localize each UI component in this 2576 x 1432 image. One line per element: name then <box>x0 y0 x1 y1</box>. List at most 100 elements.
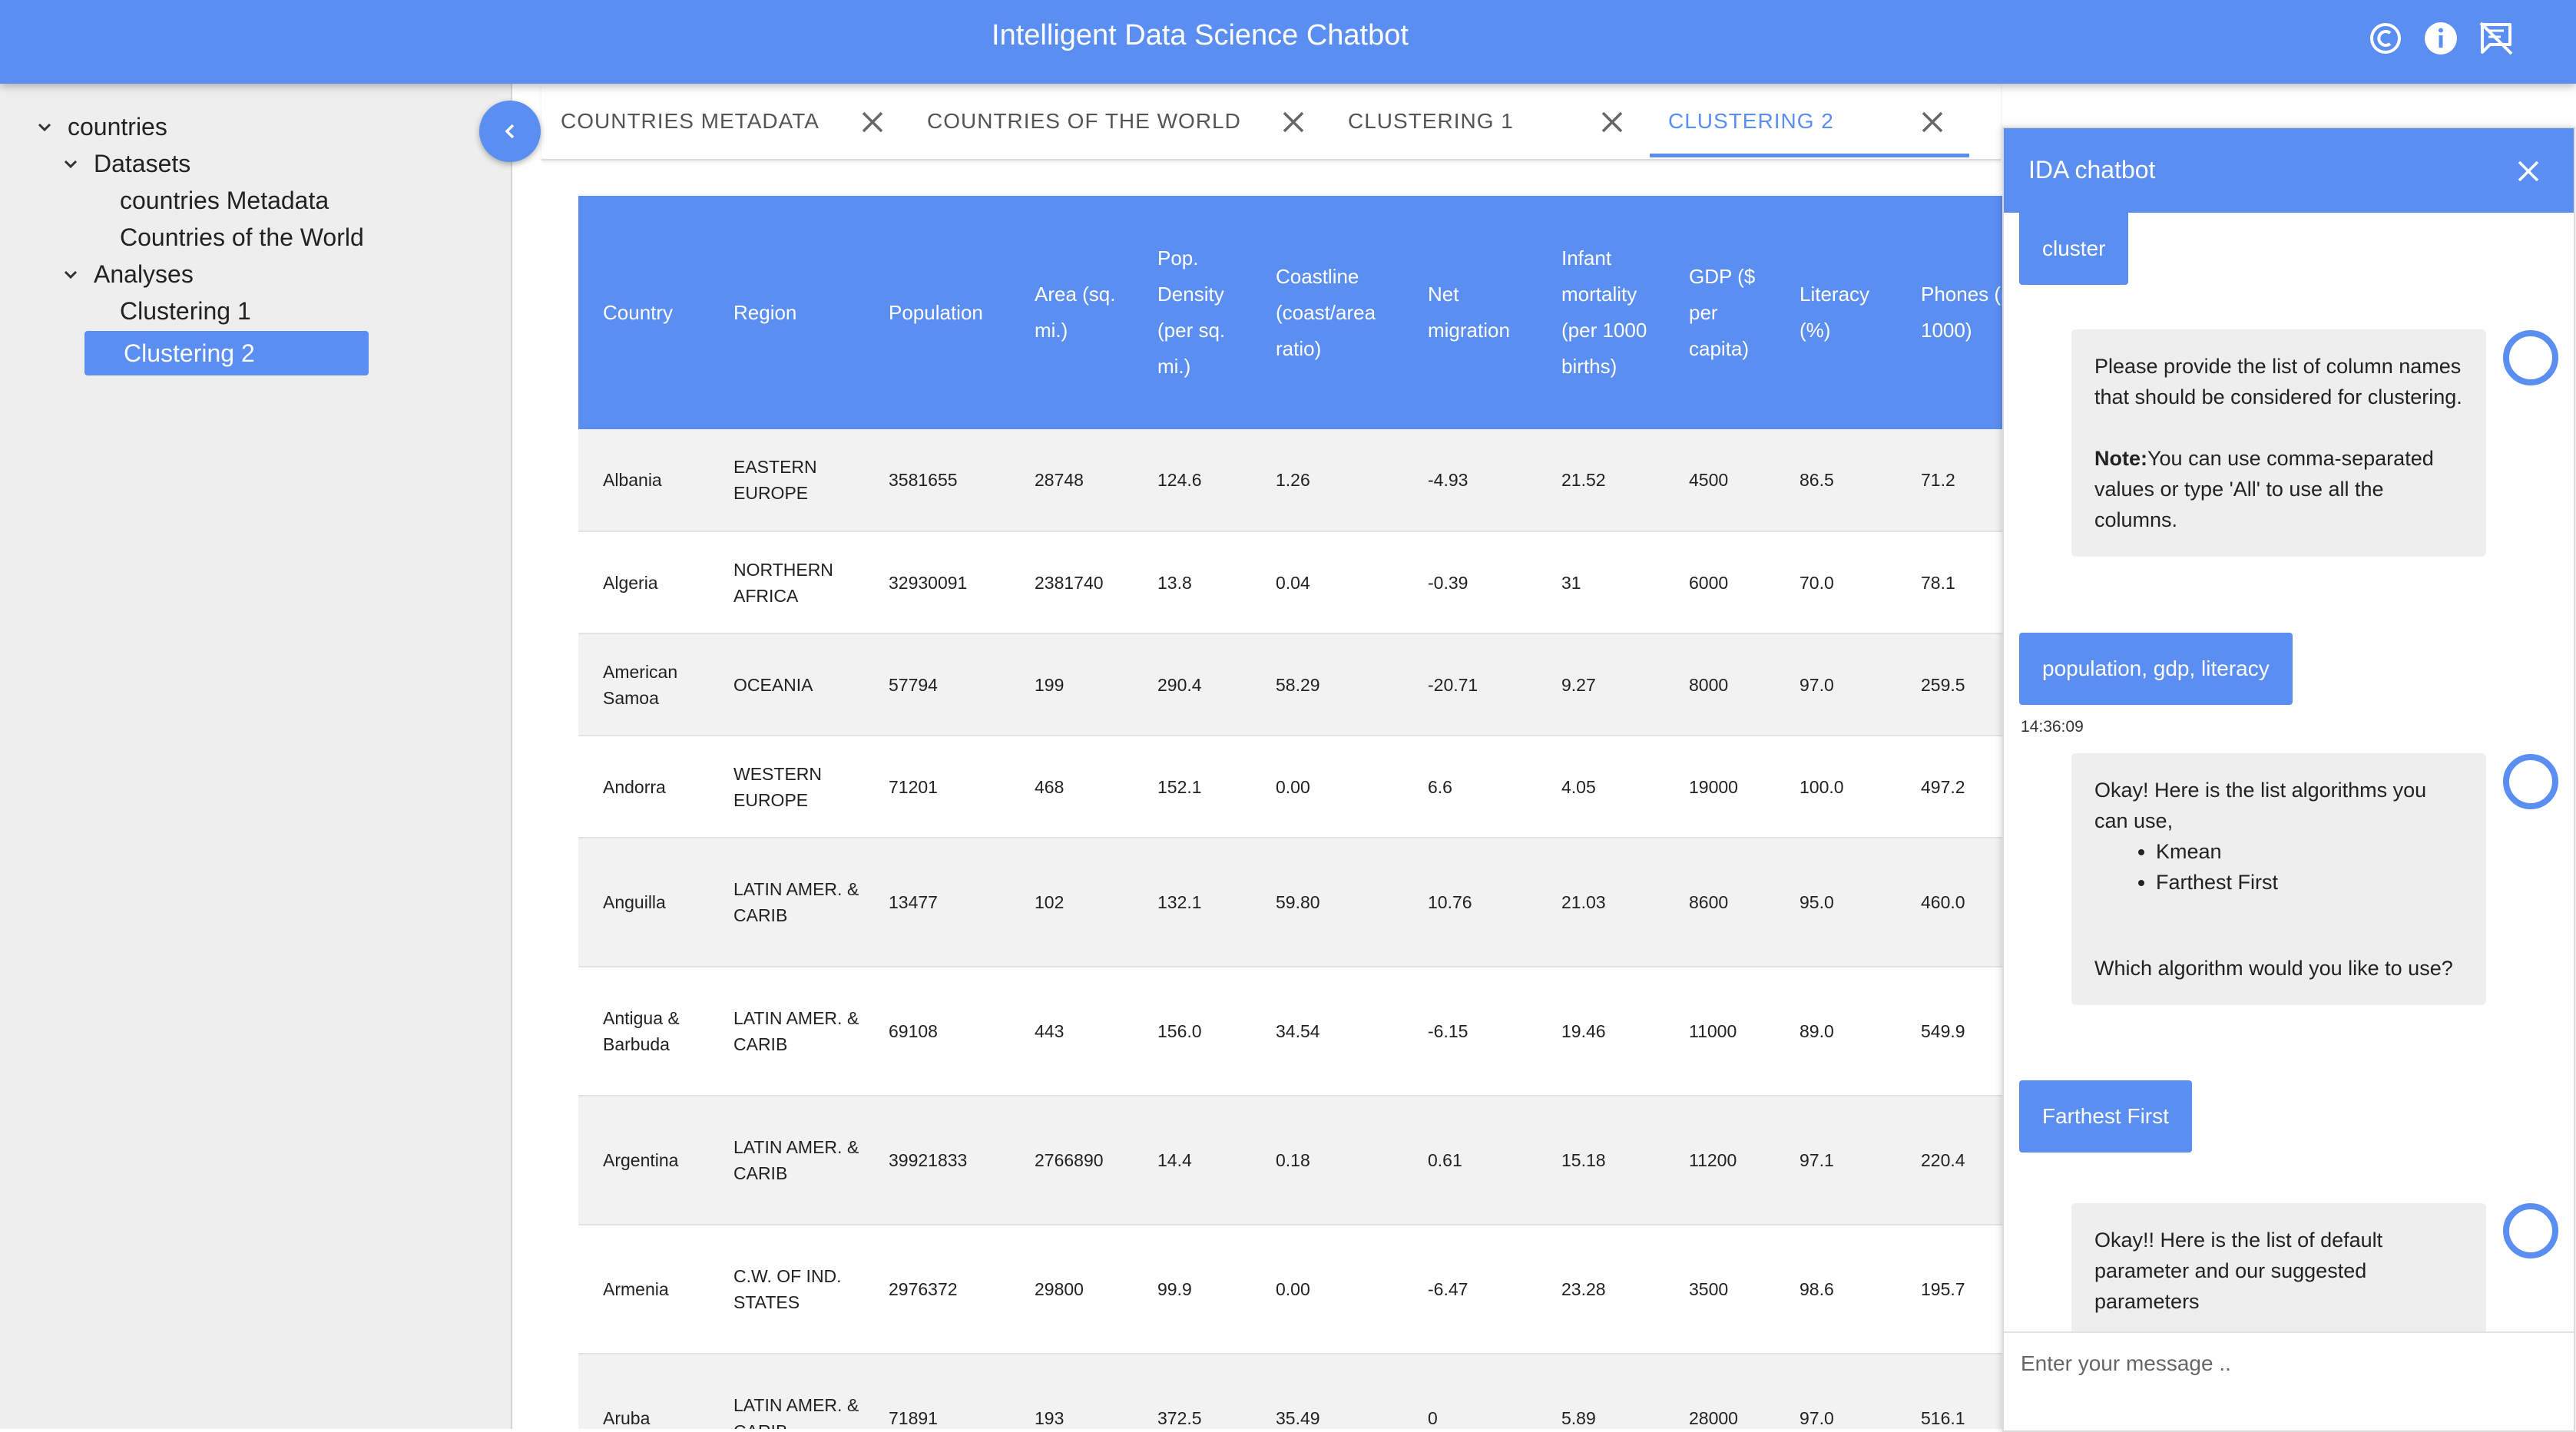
tab-clustering-1[interactable]: CLUSTERING 1 <box>1348 108 1514 134</box>
chat-toggle-icon[interactable] <box>2478 20 2515 57</box>
user-message: population, gdp, literacy <box>2019 633 2293 705</box>
table-cell: American Samoa <box>578 633 709 736</box>
bot-avatar-icon <box>2503 330 2558 385</box>
list-item: Farthest First <box>2156 867 2463 898</box>
table-cell: 28748 <box>1010 429 1133 532</box>
chat-message-input[interactable] <box>2019 1344 2552 1384</box>
data-table: Country Region Population Area (sq. mi.)… <box>578 196 2004 1429</box>
table-cell: NORTHERN AFRICA <box>709 531 864 634</box>
table-cell: LATIN AMER. & CARIB <box>709 1354 864 1429</box>
tree-item-countries-metadata[interactable]: countries Metadata <box>120 184 329 217</box>
table-cell: 97.0 <box>1775 633 1896 736</box>
table-cell: 11000 <box>1664 967 1775 1096</box>
table-cell: 290.4 <box>1133 633 1251 736</box>
close-icon[interactable] <box>2515 158 2541 184</box>
chevron-left-icon <box>505 124 515 139</box>
table-cell: -6.15 <box>1403 967 1537 1096</box>
column-header[interactable]: Infant mortality (per 1000 births) <box>1537 196 1664 429</box>
column-header[interactable]: Region <box>709 196 864 429</box>
tree-item-clustering-2[interactable]: Clustering 2 <box>124 336 255 370</box>
table-row[interactable]: Andorra WESTERN EUROPE 71201 468 152.1 0.00 6.… <box>578 736 2004 838</box>
close-icon[interactable] <box>859 109 886 135</box>
table-cell: 4.05 <box>1537 736 1664 838</box>
column-header[interactable]: Coastline (coast/area ratio) <box>1251 196 1403 429</box>
table-row[interactable]: Albania EASTERN EUROPE 3581655 28748 124.6 1.… <box>578 429 2004 532</box>
collapse-sidebar-button[interactable] <box>479 101 541 162</box>
chevron-down-icon[interactable] <box>61 265 80 283</box>
table-cell: 98.6 <box>1775 1225 1896 1354</box>
close-icon[interactable] <box>1280 109 1306 135</box>
table-row[interactable]: Algeria NORTHERN AFRICA 32930091 2381740 13.… <box>578 531 2004 634</box>
table-cell: -6.47 <box>1403 1225 1537 1354</box>
table-cell: LATIN AMER. & CARIB <box>709 967 864 1096</box>
table-cell: 15.18 <box>1537 1096 1664 1225</box>
bot-avatar-icon <box>2503 754 2558 809</box>
note-label: Note: <box>2094 447 2147 470</box>
table-cell: 78.1 <box>1896 531 2004 634</box>
tab-countries-of-the-world[interactable]: COUNTRIES OF THE WORLD <box>927 108 1241 134</box>
tree-item-countries-of-the-world[interactable]: Countries of the World <box>120 220 364 254</box>
tree-item-datasets[interactable]: Datasets <box>94 147 190 180</box>
chevron-down-icon[interactable] <box>61 154 80 173</box>
column-header[interactable]: GDP ($ per capita) <box>1664 196 1775 429</box>
column-header[interactable]: Country <box>578 196 709 429</box>
table-row[interactable]: Argentina LATIN AMER. & CARIB 39921833 2766… <box>578 1096 2004 1225</box>
table-cell: 14.4 <box>1133 1096 1251 1225</box>
table-cell: Aruba <box>578 1354 709 1429</box>
column-header[interactable]: Area (sq. mi.) <box>1010 196 1133 429</box>
table-row[interactable]: Armenia C.W. OF IND. STATES 2976372 29800 99… <box>578 1225 2004 1354</box>
column-header[interactable]: Literacy (%) <box>1775 196 1896 429</box>
table-row[interactable]: American Samoa OCEANIA 57794 199 290.4 58.29-… <box>578 633 2004 736</box>
table-row[interactable]: Anguilla LATIN AMER. & CARIB 13477 102 132.1… <box>578 838 2004 967</box>
table-cell: WESTERN EUROPE <box>709 736 864 838</box>
tab-clustering-2[interactable]: CLUSTERING 2 <box>1668 108 1834 134</box>
table-cell: 0.61 <box>1403 1096 1537 1225</box>
table-cell: 6000 <box>1664 531 1775 634</box>
table-cell: 34.54 <box>1251 967 1403 1096</box>
table-cell: 193 <box>1010 1354 1133 1429</box>
column-header[interactable]: Population <box>864 196 1010 429</box>
column-header[interactable]: Net migration <box>1403 196 1537 429</box>
chevron-down-icon[interactable] <box>35 117 54 136</box>
algorithm-list: Kmean Farthest First <box>2094 836 2463 898</box>
bot-message: Okay! Here is the list algorithms you ca… <box>2071 753 2486 1005</box>
tree-item-countries[interactable]: countries <box>68 110 167 144</box>
table-cell: 3500 <box>1664 1225 1775 1354</box>
close-icon[interactable] <box>1919 109 1945 135</box>
table-cell: 59.80 <box>1251 838 1403 967</box>
copyright-icon[interactable] <box>2367 20 2404 57</box>
info-icon[interactable] <box>2422 20 2459 57</box>
table-cell: Algeria <box>578 531 709 634</box>
table-cell: 70.0 <box>1775 531 1896 634</box>
table-cell: 2976372 <box>864 1225 1010 1354</box>
bot-message-text: Okay! Here is the list algorithms you ca… <box>2094 779 2427 832</box>
tree-item-clustering-1[interactable]: Clustering 1 <box>120 294 251 328</box>
table-cell: 21.52 <box>1537 429 1664 532</box>
table-cell: OCEANIA <box>709 633 864 736</box>
table-cell: Andorra <box>578 736 709 838</box>
table-cell: 0.00 <box>1251 736 1403 838</box>
column-header[interactable]: Pop. Density (per sq. mi.) <box>1133 196 1251 429</box>
table-cell: 69108 <box>864 967 1010 1096</box>
table-cell: 443 <box>1010 967 1133 1096</box>
bot-message-text: Which algorithm would you like to use? <box>2094 957 2453 980</box>
bot-avatar-icon <box>2503 1203 2558 1258</box>
table-cell: 199 <box>1010 633 1133 736</box>
table-cell: 32930091 <box>864 531 1010 634</box>
table-row[interactable]: Antigua & Barbuda LATIN AMER. & CARIB 6910… <box>578 967 2004 1096</box>
column-header[interactable]: Phones (per 1000) <box>1896 196 2004 429</box>
active-tab-indicator <box>1650 154 1969 157</box>
sidebar: countries Datasets countries Metadata Co… <box>0 84 512 1429</box>
table-row[interactable]: ArubaLATIN AMER. & CARIB71891193372.535.… <box>578 1354 2004 1429</box>
tab-countries-metadata[interactable]: COUNTRIES METADATA <box>561 108 819 134</box>
list-item: Kmean <box>2156 836 2463 867</box>
table-cell: 19000 <box>1664 736 1775 838</box>
table-cell: 29800 <box>1010 1225 1133 1354</box>
close-icon[interactable] <box>1599 109 1625 135</box>
table-cell: 8600 <box>1664 838 1775 967</box>
tree-item-analyses[interactable]: Analyses <box>94 257 194 291</box>
table-cell: 71201 <box>864 736 1010 838</box>
table-cell: C.W. OF IND. STATES <box>709 1225 864 1354</box>
table-cell: Armenia <box>578 1225 709 1354</box>
table-cell: 23.28 <box>1537 1225 1664 1354</box>
